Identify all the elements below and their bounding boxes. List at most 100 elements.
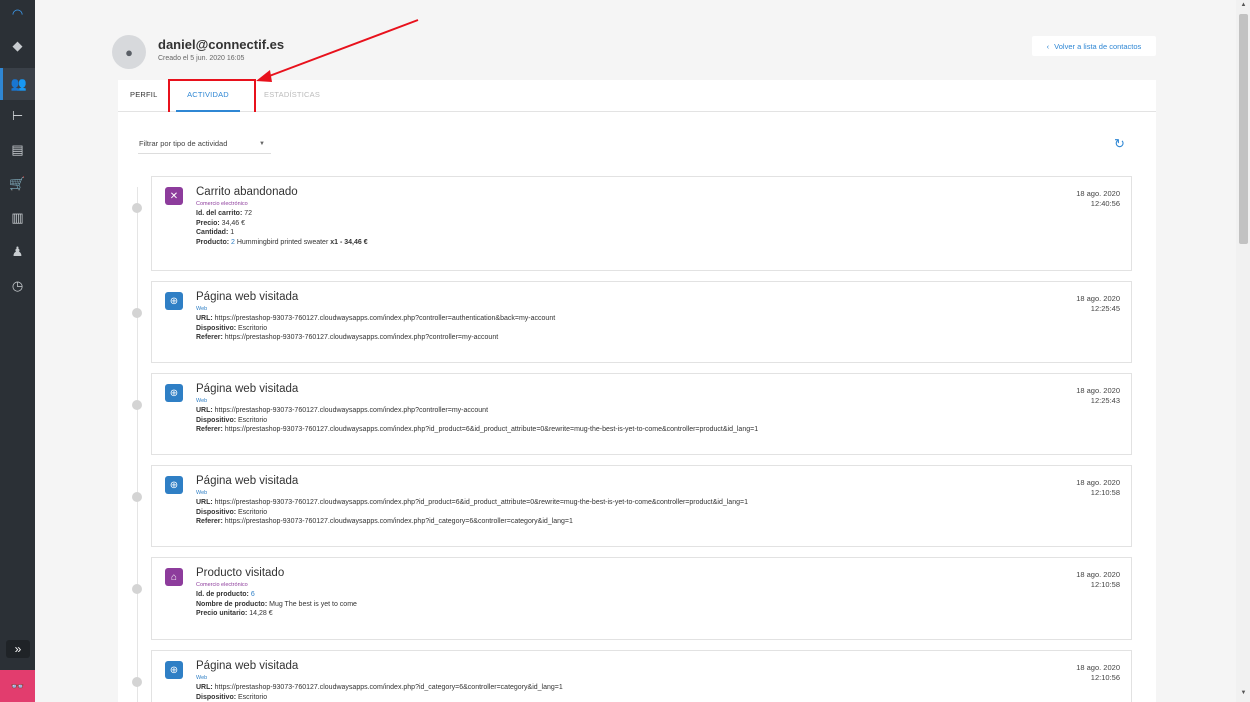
entry-timestamp: 18 ago. 2020 12:25:43 (1076, 386, 1120, 405)
detail-value: 34,46 € (219, 219, 246, 227)
entry-time: 12:25:43 (1090, 395, 1120, 405)
entry-date: 18 ago. 2020 (1076, 570, 1120, 579)
globe-icon: ⊕ (165, 384, 183, 402)
cart-icon[interactable]: 🛒 (0, 168, 35, 200)
entry-details: Id. del carrito: 72 Precio: 34,46 € Cant… (196, 209, 368, 247)
entry-time: 12:10:58 (1090, 487, 1120, 497)
activity-entry[interactable]: ✕ Carrito abandonado Comercio electrónic… (132, 176, 1132, 271)
detail-quantity-price: x1 - 34,46 € (330, 238, 368, 246)
entry-details: URL: https://prestashop-93073-760127.clo… (196, 498, 748, 527)
detail-value: https://prestashop-93073-760127.cloudway… (212, 407, 489, 414)
activity-entry[interactable]: ⊕ Página web visitada Web URL: https://p… (132, 373, 1132, 455)
layers-icon[interactable]: ◆ (0, 30, 35, 62)
entry-title: Carrito abandonado (196, 186, 298, 198)
detail-label: Dispositivo: (196, 508, 237, 516)
activity-entry[interactable]: ⊕ Página web visitada Web URL: https://p… (132, 650, 1132, 702)
detail-label: Dispositivo: (196, 324, 237, 332)
activity-type-filter[interactable]: Filtrar por tipo de actividad ▼ (138, 136, 271, 154)
globe-icon: ⊕ (165, 661, 183, 679)
entry-date: 18 ago. 2020 (1076, 386, 1120, 395)
avatar: ● (112, 35, 146, 69)
detail-label: URL: (196, 499, 213, 506)
entry-date: 18 ago. 2020 (1076, 294, 1120, 303)
tab-perfil[interactable]: PERFIL (130, 80, 157, 112)
entry-date: 18 ago. 2020 (1076, 663, 1120, 672)
abandoned-cart-icon: ✕ (165, 187, 183, 205)
detail-value: 14,28 € (247, 610, 273, 618)
timeline-dot (132, 492, 142, 502)
activity-entry[interactable]: ⊕ Página web visitada Web URL: https://p… (132, 281, 1132, 363)
entry-timestamp: 18 ago. 2020 12:10:58 (1076, 570, 1120, 589)
entry-title: Página web visitada (196, 660, 299, 672)
entry-date: 18 ago. 2020 (1076, 478, 1120, 487)
entry-category: Web (196, 306, 208, 312)
entry-time: 12:10:56 (1090, 672, 1120, 682)
incognito-icon[interactable]: 👓 (0, 670, 35, 702)
timeline-dot (132, 308, 142, 318)
detail-label: Producto: (196, 238, 230, 246)
document-icon[interactable]: ▤ (0, 134, 35, 166)
refresh-icon[interactable]: ↻ (1114, 136, 1125, 152)
activity-entry[interactable]: ⊕ Página web visitada Web URL: https://p… (132, 465, 1132, 547)
scroll-down-icon[interactable]: ▼ (1239, 690, 1248, 700)
detail-value: Escritorio (236, 416, 268, 424)
entry-details: Id. de producto: 6 Nombre de producto: M… (196, 590, 357, 619)
workflow-icon[interactable]: ⊢ (0, 100, 35, 132)
timeline-dot (132, 584, 142, 594)
scroll-thumb[interactable] (1239, 14, 1248, 244)
detail-value: https://prestashop-93073-760127.cloudway… (222, 426, 759, 434)
detail-label: Precio unitario: (196, 610, 248, 618)
product-id-link[interactable]: 6 (249, 591, 255, 598)
entry-category: Web (196, 490, 208, 496)
entry-timestamp: 18 ago. 2020 12:40:56 (1076, 189, 1120, 208)
detail-value: 72 (242, 210, 253, 217)
annotation-arrow (256, 19, 419, 82)
bar-chart-icon[interactable]: ▥ (0, 202, 35, 234)
back-to-contacts-button[interactable]: ‹ Volver a lista de contactos (1032, 36, 1156, 56)
detail-value: Escritorio (236, 324, 268, 332)
detail-label: Referer: (196, 426, 223, 434)
dashboard-icon[interactable]: ◷ (0, 270, 35, 302)
detail-value: https://prestashop-93073-760127.cloudway… (212, 499, 748, 506)
entry-category: Web (196, 675, 208, 681)
detail-label: Referer: (196, 334, 223, 342)
detail-label: Id. de producto: (196, 591, 249, 598)
sidebar-nav: ◠ ◆ 👥 ⊢ ▤ 🛒 ▥ ♟ ◷ » 👓 (0, 0, 35, 702)
entry-details: URL: https://prestashop-93073-760127.clo… (196, 683, 563, 702)
expand-sidebar-icon[interactable]: » (6, 640, 30, 658)
detail-value: Mug The best is yet to come (267, 600, 357, 608)
back-button-label: Volver a lista de contactos (1054, 41, 1142, 51)
chevron-left-icon: ‹ (1046, 41, 1050, 51)
entry-timestamp: 18 ago. 2020 12:10:58 (1076, 478, 1120, 497)
detail-value: Escritorio (236, 508, 268, 516)
timeline-dot (132, 203, 142, 213)
activity-entry[interactable]: ⌂ Producto visitado Comercio electrónico… (132, 557, 1132, 640)
detail-value: Hummingbird printed sweater (234, 238, 331, 246)
entry-date: 18 ago. 2020 (1076, 189, 1120, 198)
timeline-dot (132, 677, 142, 687)
users-group-icon[interactable]: ♟ (0, 236, 35, 268)
detail-label: URL: (196, 407, 213, 414)
detail-value: 1 (228, 229, 235, 237)
entry-details: URL: https://prestashop-93073-760127.clo… (196, 406, 758, 435)
entry-timestamp: 18 ago. 2020 12:25:45 (1076, 294, 1120, 313)
detail-label: URL: (196, 315, 213, 322)
user-icon: ● (125, 44, 133, 60)
contacts-icon[interactable]: 👥 (0, 68, 35, 100)
scroll-up-icon[interactable]: ▲ (1239, 2, 1248, 12)
detail-value: https://prestashop-93073-760127.cloudway… (222, 518, 573, 526)
detail-label: Dispositivo: (196, 416, 237, 424)
page-scrollbar[interactable]: ▲ ▼ (1236, 0, 1250, 702)
entry-timestamp: 18 ago. 2020 12:10:56 (1076, 663, 1120, 682)
app-logo-icon[interactable]: ◠ (0, 0, 35, 28)
globe-icon: ⊕ (165, 292, 183, 310)
filter-label: Filtrar por tipo de actividad (139, 139, 228, 148)
detail-label: URL: (196, 684, 213, 691)
created-date: Creado el 5 jun. 2020 16:05 (158, 55, 245, 62)
detail-label: Cantidad: (196, 229, 229, 237)
entry-category: Web (196, 398, 208, 404)
entry-category: Comercio electrónico (196, 201, 248, 207)
detail-value: Escritorio (236, 693, 268, 701)
entry-time: 12:10:58 (1090, 579, 1120, 589)
detail-value: https://prestashop-93073-760127.cloudway… (222, 334, 499, 342)
